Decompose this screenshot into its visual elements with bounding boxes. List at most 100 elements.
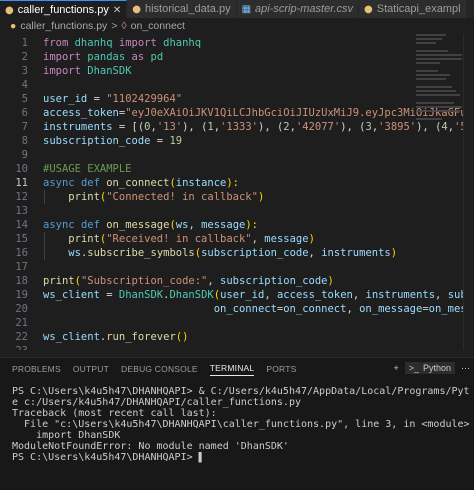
code-line[interactable]: 10 #USAGE EXAMPLE (0, 162, 474, 176)
editor-scrollbar[interactable] (463, 34, 474, 350)
code-line[interactable]: 19 ws_client = DhanSDK.DhanSDK(user_id, a… (0, 288, 474, 302)
code-line[interactable]: 20 on_connect=on_connect, on_message=on_… (0, 302, 474, 316)
terminal-selector[interactable]: >_ Python (404, 362, 455, 374)
code-token: = (87, 93, 107, 105)
minimap-line (416, 34, 446, 36)
code-text: async def on_message(ws, message): (43, 218, 258, 232)
code-token: ), ( (182, 121, 208, 133)
line-number: 11 (15, 177, 28, 189)
line-number: 4 (21, 79, 28, 91)
editor-tab[interactable]: ▦ api-scrip-master.csv (236, 0, 360, 18)
code-line[interactable]: 11 async def on_connect(instance): (0, 176, 474, 190)
code-token: = (99, 289, 119, 301)
breadcrumb-symbol[interactable]: on_connect (131, 20, 185, 32)
line-number: 8 (21, 135, 28, 147)
code-token: subscription_code (220, 275, 328, 287)
editor-tab[interactable]: ● historical_data.py (127, 0, 237, 18)
code-token: print (68, 233, 100, 245)
code-token: subscription_code (201, 247, 309, 259)
code-text: access_token="eyJ0eXAiOiJKV1QiLCJhbGciOi… (43, 106, 474, 120)
code-line[interactable]: 13 (0, 204, 474, 218)
add-terminal-icon[interactable]: + (393, 363, 398, 373)
code-token: ws (175, 219, 189, 231)
minimap-line (416, 102, 454, 104)
code-editor[interactable]: 1 from dhanhq import dhanhq 2 import pandas… (0, 34, 474, 350)
panel-tab-ports[interactable]: PORTS (266, 364, 296, 374)
code-token: access_token (276, 289, 353, 301)
editor-tab[interactable]: ● caller_functions.py ✕ (0, 0, 128, 18)
minimap-line (416, 110, 460, 112)
code-token: user_id (220, 289, 265, 301)
code-line[interactable]: 14 async def on_message(ws, message): (0, 218, 474, 232)
terminal-line: e c:/Users/k4u5h47/DHANHQAPI/caller_func… (12, 397, 301, 408)
panel-tab-problems[interactable]: PROBLEMS (12, 364, 61, 374)
code-token: ): (226, 177, 240, 189)
code-line[interactable]: 9 (0, 148, 474, 162)
code-token: '1333' (220, 121, 258, 133)
csv-file-icon: ▦ (241, 3, 252, 15)
code-line[interactable]: 5 user_id = "1102429964" (0, 92, 474, 106)
code-line[interactable]: 15 print("Received! in callback", messag… (0, 232, 474, 246)
code-token: ), ( (340, 121, 366, 133)
code-line[interactable]: 23 (0, 344, 474, 350)
code-token: import (43, 65, 88, 77)
minimap-line (416, 42, 436, 44)
code-token: def (80, 219, 107, 231)
code-token: async (43, 177, 81, 189)
code-line[interactable]: 1 from dhanhq import dhanhq (0, 36, 474, 50)
line-number: 23 (0, 344, 28, 350)
code-line[interactable]: 3 import DhanSDK (0, 64, 474, 78)
code-line[interactable]: 16 ws.subscribe_symbols(subscription_cod… (0, 246, 474, 260)
breadcrumb-file[interactable]: caller_functions.py (20, 20, 107, 32)
editor-tab[interactable]: ● Staticapi_exampl (359, 0, 467, 18)
code-text: import pandas as pd (43, 50, 163, 64)
code-line[interactable]: 7 instruments = [(0,'13'), (1,'1333'), (2… (0, 120, 474, 134)
code-line[interactable]: 4 (0, 78, 474, 92)
terminal-line: import DhanSDK (12, 430, 121, 441)
close-icon[interactable]: ✕ (113, 5, 121, 16)
line-number: 7 (21, 121, 28, 133)
code-token: ), ( (258, 121, 284, 133)
more-actions-icon[interactable]: ⋯ (461, 363, 470, 374)
line-number: 2 (21, 51, 28, 63)
code-token: user_id (43, 93, 88, 105)
code-line[interactable]: 12 print("Connected! in callback") (0, 190, 474, 204)
code-line[interactable]: 21 (0, 316, 474, 330)
code-token: ) (390, 247, 398, 259)
code-token: , (308, 247, 322, 259)
code-token: async (43, 219, 81, 231)
code-token: '3895' (378, 121, 417, 133)
code-line[interactable]: 18 print("Subscription_code:", subscripti… (0, 274, 474, 288)
code-line[interactable]: 2 import pandas as pd (0, 50, 474, 64)
line-number: 20 (15, 303, 28, 315)
code-token: on_connect (213, 303, 277, 315)
code-text: print("Received! in callback", message) (43, 232, 315, 246)
terminal-line: ModuleNotFoundError: No module named 'Dh… (12, 441, 289, 452)
code-text: print("Connected! in callback") (43, 190, 264, 204)
terminal-output[interactable]: PS C:\Users\k4u5h47\DHANHQAPI> & C:/User… (12, 386, 470, 463)
panel-tab-debug-console[interactable]: DEBUG CONSOLE (121, 364, 198, 374)
minimap-line (416, 106, 462, 108)
editor-tab-label: caller_functions.py (17, 4, 109, 16)
minimap-line (416, 94, 460, 96)
code-line[interactable]: 17 (0, 260, 474, 274)
code-token: print (43, 275, 75, 287)
code-token: as (131, 51, 151, 63)
line-number: 21 (15, 317, 28, 329)
panel-tab-terminal[interactable]: TERMINAL (209, 363, 255, 376)
code-token: message (201, 219, 246, 231)
code-line[interactable]: 8 subscription_code = 19 (0, 134, 474, 148)
code-token: on_connect (283, 303, 347, 315)
editor-tab-label: Staticapi_exampl (376, 3, 461, 15)
code-token: subscription_code (43, 135, 151, 147)
python-file-icon: ● (10, 20, 17, 32)
terminal-line: File "c:\Users\k4u5h47\DHANHQAPI\caller_… (12, 419, 470, 430)
panel-tab-output[interactable]: OUTPUT (73, 364, 109, 374)
minimap[interactable] (416, 34, 464, 120)
code-token: = (150, 135, 170, 147)
code-line[interactable]: 6 access_token="eyJ0eXAiOiJKV1QiLCJhbGciO… (0, 106, 474, 120)
code-token: pd (150, 51, 164, 63)
code-line[interactable]: 22 ws_client.run_forever() (0, 330, 474, 344)
